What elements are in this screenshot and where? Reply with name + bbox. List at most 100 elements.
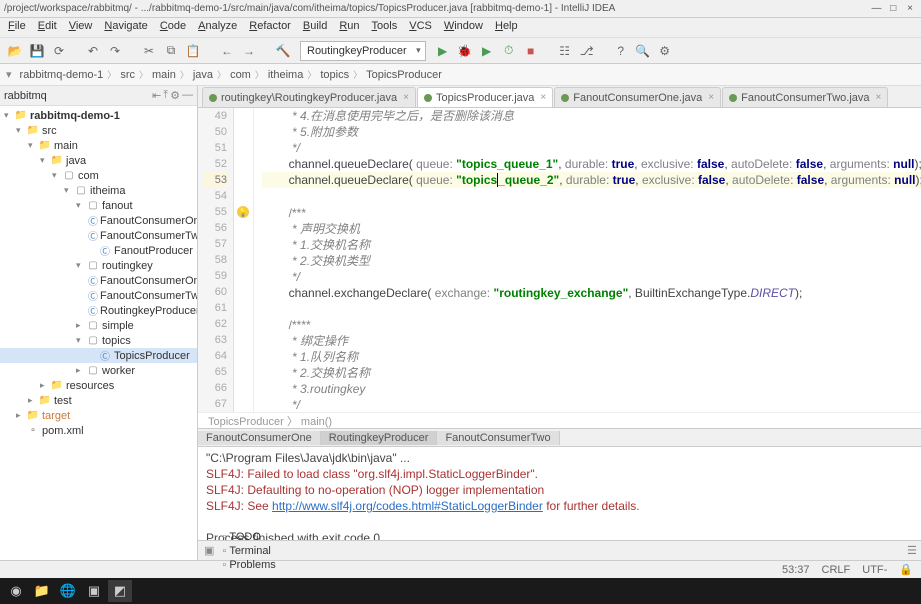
tree-item-test[interactable]: ▸📁test [0, 393, 197, 408]
editor-tab-fanoutconsumerone-java[interactable]: FanoutConsumerOne.java× [554, 87, 721, 107]
vcs-icon[interactable]: ⎇ [578, 42, 596, 60]
tree-item-main[interactable]: ▾📁main [0, 138, 197, 153]
toolwin-todo[interactable]: ▫TODO [216, 530, 281, 544]
forward-icon[interactable]: → [240, 42, 258, 60]
start-menu-icon[interactable]: ◉ [4, 580, 28, 602]
search-icon[interactable]: 🔍 [634, 42, 652, 60]
toolwin-terminal[interactable]: ▫Terminal [216, 544, 281, 558]
menu-vcs[interactable]: VCS [403, 18, 438, 37]
caret-icon[interactable]: ▾ [28, 140, 38, 151]
debug-icon[interactable]: 🐞 [456, 42, 474, 60]
caret-icon[interactable]: ▾ [16, 125, 26, 136]
settings-icon[interactable]: ⚙ [656, 42, 674, 60]
caret-icon[interactable]: ▸ [76, 320, 86, 331]
breadcrumb-java[interactable]: java [191, 69, 215, 81]
console-link[interactable]: http://www.slf4j.org/codes.html#StaticLo… [272, 499, 543, 513]
toolwin-problems[interactable]: ▫Problems [216, 558, 281, 572]
editor-tab-routingkeyproducer-java[interactable]: routingkey\RoutingkeyProducer.java× [202, 87, 416, 107]
tree-item-java[interactable]: ▾📁java [0, 153, 197, 168]
tree-item-fanoutconsumerone[interactable]: ⒸFanoutConsumerOne [0, 273, 197, 288]
intellij-icon[interactable]: ◩ [108, 580, 132, 602]
explorer-icon[interactable]: 📁 [30, 580, 54, 602]
tree-item-worker[interactable]: ▸▢worker [0, 363, 197, 378]
caret-icon[interactable]: ▸ [16, 410, 26, 421]
lock-icon[interactable]: 🔒 [899, 563, 913, 576]
run-tab-fanoutconsumerone[interactable]: FanoutConsumerOne [198, 431, 321, 445]
tree-item-routingkeyproducer[interactable]: ⒸRoutingkeyProducer [0, 303, 197, 318]
tree-item-target[interactable]: ▸📁target [0, 408, 197, 423]
menu-view[interactable]: View [63, 18, 99, 37]
minimize-icon[interactable]: — [869, 3, 883, 14]
run-tab-fanoutconsumertwo[interactable]: FanoutConsumerTwo [437, 431, 559, 445]
menu-tools[interactable]: Tools [366, 18, 404, 37]
close-tab-icon[interactable]: × [708, 92, 714, 103]
code-editor[interactable]: * 4.在消息使用完毕之后，是否删除该消息 * 5.附加参数 */ channe… [254, 108, 921, 412]
tree-item-routingkey[interactable]: ▾▢routingkey [0, 258, 197, 273]
tree-item-itheima[interactable]: ▾▢itheima [0, 183, 197, 198]
run-tab-routingkeyproducer[interactable]: RoutingkeyProducer [321, 431, 438, 445]
caret-icon[interactable]: ▸ [40, 380, 50, 391]
close-icon[interactable]: × [903, 3, 917, 14]
caret-icon[interactable]: ▸ [76, 365, 86, 376]
maximize-icon[interactable]: □ [886, 3, 900, 14]
menu-edit[interactable]: Edit [32, 18, 63, 37]
menu-navigate[interactable]: Navigate [98, 18, 153, 37]
cut-icon[interactable]: ✂ [140, 42, 158, 60]
restore-icon[interactable]: ▣ [204, 544, 214, 557]
caret-icon[interactable]: ▾ [52, 170, 62, 181]
caret-icon[interactable]: ▾ [76, 335, 86, 346]
tree-item-fanoutconsumertwo[interactable]: ⒸFanoutConsumerTwo [0, 288, 197, 303]
breadcrumb-itheima[interactable]: itheima [266, 69, 305, 81]
tree-item-fanoutconsumerone[interactable]: ⒸFanoutConsumerOne [0, 213, 197, 228]
hide-icon[interactable]: — [182, 89, 193, 102]
menu-file[interactable]: File [2, 18, 32, 37]
menu-run[interactable]: Run [333, 18, 365, 37]
menu-analyze[interactable]: Analyze [192, 18, 243, 37]
browser-icon[interactable]: 🌐 [56, 580, 80, 602]
tree-item-topicsproducer[interactable]: ⒸTopicsProducer [0, 348, 197, 363]
run-icon[interactable]: ▶ [434, 42, 452, 60]
redo-icon[interactable]: ↷ [106, 42, 124, 60]
close-tab-icon[interactable]: × [540, 92, 546, 103]
editor-body[interactable]: 49505152535455565758596061626364656667 💡… [198, 108, 921, 412]
caret-icon[interactable]: ▾ [64, 185, 74, 196]
gear-icon[interactable]: ⚙ [170, 89, 180, 102]
breadcrumb-main[interactable]: main [150, 69, 178, 81]
tree-item-src[interactable]: ▾📁src [0, 123, 197, 138]
project-tree[interactable]: ▾📁rabbitmq-demo-1▾📁src▾📁main▾📁java▾▢com▾… [0, 106, 197, 560]
breadcrumb-topicsproducer[interactable]: TopicsProducer [364, 69, 444, 81]
collapse-icon[interactable]: ⇤ [152, 89, 161, 102]
stop-icon[interactable]: ■ [522, 42, 540, 60]
event-log-icon[interactable]: ☰ [907, 544, 917, 557]
close-tab-icon[interactable]: × [403, 92, 409, 103]
undo-icon[interactable]: ↶ [84, 42, 102, 60]
build-icon[interactable]: 🔨 [274, 42, 292, 60]
intention-bulb-icon[interactable]: 💡 [237, 206, 249, 218]
breadcrumb-src[interactable]: src [118, 69, 137, 81]
breadcrumb-topics[interactable]: topics [318, 69, 351, 81]
editor-tab-topicsproducer-java[interactable]: TopicsProducer.java× [417, 87, 553, 107]
menu-build[interactable]: Build [297, 18, 333, 37]
help-icon[interactable]: ? [612, 42, 630, 60]
open-icon[interactable]: 📂 [6, 42, 24, 60]
terminal-icon[interactable]: ▣ [82, 580, 106, 602]
copy-icon[interactable]: ⧉ [162, 42, 180, 60]
menu-window[interactable]: Window [438, 18, 489, 37]
breadcrumb-rabbitmq-demo-1[interactable]: rabbitmq-demo-1 [18, 69, 106, 81]
tree-item-simple[interactable]: ▸▢simple [0, 318, 197, 333]
back-icon[interactable]: ← [218, 42, 236, 60]
breadcrumb-com[interactable]: com [228, 69, 253, 81]
run-config-select[interactable]: RoutingkeyProducer [300, 41, 426, 61]
caret-icon[interactable]: ▾ [4, 110, 14, 121]
caret-icon[interactable]: ▾ [40, 155, 50, 166]
profile-icon[interactable]: ⏱ [500, 42, 518, 60]
caret-icon[interactable]: ▾ [76, 260, 86, 271]
menu-code[interactable]: Code [154, 18, 192, 37]
run-console[interactable]: "C:\Program Files\Java\jdk\bin\java" ...… [198, 446, 921, 540]
close-tab-icon[interactable]: × [876, 92, 882, 103]
menu-help[interactable]: Help [489, 18, 524, 37]
caret-icon[interactable]: ▸ [28, 395, 38, 406]
paste-icon[interactable]: 📋 [184, 42, 202, 60]
tree-item-fanout[interactable]: ▾▢fanout [0, 198, 197, 213]
tree-item-fanoutproducer[interactable]: ⒸFanoutProducer [0, 243, 197, 258]
